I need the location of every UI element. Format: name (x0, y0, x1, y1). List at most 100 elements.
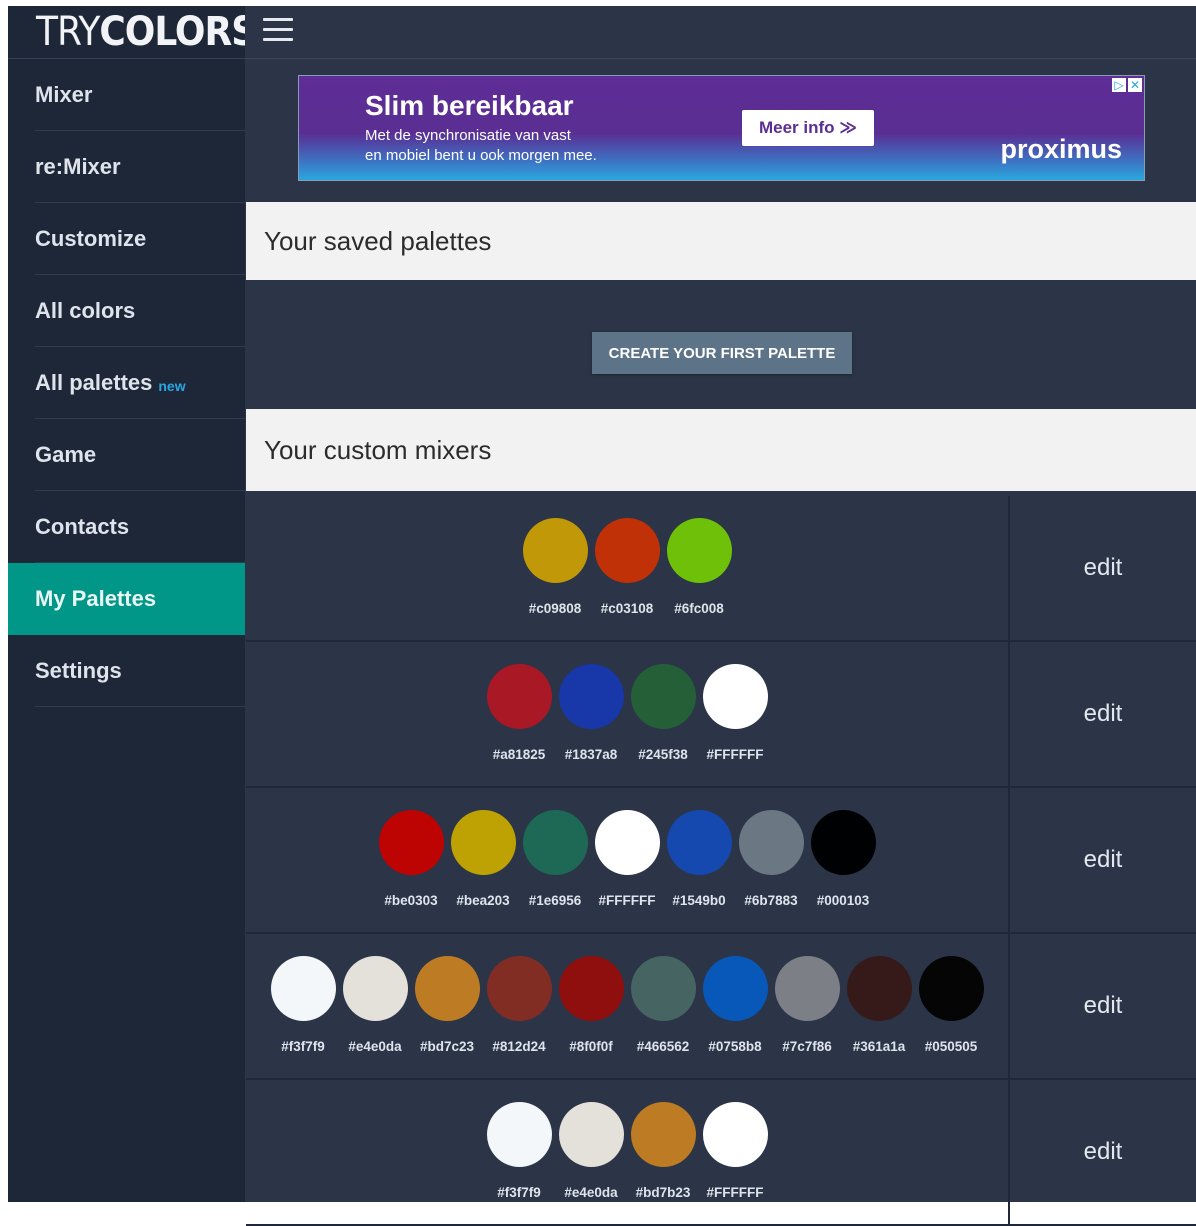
ad-banner[interactable]: ▷ ✕ Slim bereikbaar Met de synchronisatie… (299, 76, 1144, 180)
sidebar-item-settings[interactable]: Settings (8, 635, 245, 707)
color-hex-label: #1549b0 (672, 893, 726, 908)
color-swatch[interactable]: #e4e0da (558, 1102, 624, 1200)
ad-info-icon[interactable]: ▷ (1112, 78, 1126, 92)
color-swatch[interactable]: #7c7f86 (774, 956, 840, 1054)
color-circle (414, 956, 480, 1021)
color-swatch[interactable]: #a81825 (486, 664, 552, 762)
sidebar-item-game[interactable]: Game (8, 419, 245, 491)
color-circle (558, 956, 624, 1021)
color-hex-label: #6b7883 (744, 893, 798, 908)
sidebar-nav: Mixer re:Mixer Customize All colors All … (8, 59, 245, 707)
color-swatch[interactable]: #1549b0 (666, 810, 732, 908)
mixer-edit-button[interactable]: edit (1010, 1080, 1196, 1224)
ad-close-icon[interactable]: ✕ (1128, 78, 1142, 92)
color-circle (486, 1102, 552, 1167)
color-swatch[interactable]: #bd7c23 (414, 956, 480, 1054)
color-swatch[interactable]: #8f0f0f (558, 956, 624, 1054)
sidebar: TRY COLORS Mixer re:Mixer Customize All c… (8, 6, 257, 1202)
color-circle (594, 518, 660, 583)
create-first-palette-button[interactable]: CREATE YOUR FIRST PALETTE (592, 332, 852, 374)
color-swatch[interactable]: #f3f7f9 (486, 1102, 552, 1200)
mixer-swatch-area[interactable]: #a81825 #1837a8 #245f38 #FFFFFF (246, 642, 1010, 786)
color-circle (450, 810, 516, 875)
mixer-edit-button[interactable]: edit (1010, 496, 1196, 640)
color-circle (270, 956, 336, 1021)
sidebar-item-label: My Palettes (35, 586, 157, 611)
sidebar-item-remixer[interactable]: re:Mixer (8, 131, 245, 203)
color-swatch[interactable]: #050505 (918, 956, 984, 1054)
mixer-swatch-area[interactable]: #be0303 #bea203 #1e6956 #FFFFFF #1549b0 #6b78… (246, 788, 1010, 932)
sidebar-item-label: Game (35, 442, 97, 467)
sidebar-item-customize[interactable]: Customize (8, 203, 245, 275)
sidebar-item-label: Customize (35, 226, 147, 251)
color-circle (702, 1102, 768, 1167)
sidebar-item-all-colors[interactable]: All colors (8, 275, 245, 347)
color-swatch[interactable]: #c09808 (522, 518, 588, 616)
color-hex-label: #e4e0da (564, 1185, 618, 1200)
color-circle (702, 956, 768, 1021)
color-swatch[interactable]: #FFFFFF (702, 1102, 768, 1200)
color-circle (738, 810, 804, 875)
color-hex-label: #0758b8 (708, 1039, 762, 1054)
color-swatch[interactable]: #FFFFFF (594, 810, 660, 908)
color-swatch[interactable]: #466562 (630, 956, 696, 1054)
menu-icon[interactable] (263, 18, 293, 42)
mixer-row: #f3f7f9 #e4e0da #bd7b23 #FFFFFF edit (246, 1080, 1196, 1226)
color-circle (666, 518, 732, 583)
color-hex-label: #FFFFFF (706, 1185, 764, 1200)
color-circle (522, 518, 588, 583)
color-hex-label: #e4e0da (348, 1039, 402, 1054)
sidebar-item-label: All colors (35, 298, 136, 323)
sidebar-item-mixer[interactable]: Mixer (8, 59, 245, 131)
logo-part-try: TRY (36, 9, 100, 55)
logo[interactable]: TRY COLORS (8, 6, 257, 59)
color-circle (630, 664, 696, 729)
color-swatch[interactable]: #6b7883 (738, 810, 804, 908)
color-swatch[interactable]: #812d24 (486, 956, 552, 1054)
mixer-swatch-area[interactable]: #f3f7f9 #e4e0da #bd7c23 #812d24 #8f0f0f #4665… (246, 934, 1010, 1078)
color-swatch[interactable]: #000103 (810, 810, 876, 908)
color-circle (594, 810, 660, 875)
color-swatch[interactable]: #e4e0da (342, 956, 408, 1054)
color-circle (918, 956, 984, 1021)
color-hex-label: #6fc008 (674, 601, 724, 616)
mixer-swatch-area[interactable]: #f3f7f9 #e4e0da #bd7b23 #FFFFFF (246, 1080, 1010, 1224)
color-swatch[interactable]: #FFFFFF (702, 664, 768, 762)
color-hex-label: #bd7b23 (635, 1185, 691, 1200)
mixer-row: #be0303 #bea203 #1e6956 #FFFFFF #1549b0 #6b78… (246, 788, 1196, 934)
mixer-swatches: #be0303 #bea203 #1e6956 #FFFFFF #1549b0 #6b78… (246, 810, 1008, 908)
mixer-swatch-area[interactable]: #c09808 #c03108 #6fc008 (246, 496, 1010, 640)
color-swatch[interactable]: #bd7b23 (630, 1102, 696, 1200)
logo-part-colors: COLORS (99, 9, 257, 55)
color-swatch[interactable]: #bea203 (450, 810, 516, 908)
color-swatch[interactable]: #f3f7f9 (270, 956, 336, 1054)
sidebar-item-my-palettes[interactable]: My Palettes (8, 563, 245, 635)
sidebar-item-label: All palettes (35, 370, 153, 395)
color-circle (774, 956, 840, 1021)
sidebar-item-all-palettes[interactable]: All palettes new (8, 347, 245, 419)
color-hex-label: #812d24 (492, 1039, 546, 1054)
sidebar-item-contacts[interactable]: Contacts (8, 491, 245, 563)
sidebar-item-label: Mixer (35, 82, 93, 107)
mixer-swatches: #c09808 #c03108 #6fc008 (246, 518, 1008, 616)
color-swatch[interactable]: #0758b8 (702, 956, 768, 1054)
sidebar-item-label: Settings (35, 658, 122, 683)
sidebar-item-label: re:Mixer (35, 154, 121, 179)
color-circle (810, 810, 876, 875)
color-swatch[interactable]: #1e6956 (522, 810, 588, 908)
custom-mixers-header: Your custom mixers (246, 409, 1196, 491)
color-swatch[interactable]: #361a1a (846, 956, 912, 1054)
color-swatch[interactable]: #be0303 (378, 810, 444, 908)
color-swatch[interactable]: #1837a8 (558, 664, 624, 762)
color-swatch[interactable]: #245f38 (630, 664, 696, 762)
mixer-edit-button[interactable]: edit (1010, 934, 1196, 1078)
color-hex-label: #c09808 (528, 601, 582, 616)
color-swatch[interactable]: #c03108 (594, 518, 660, 616)
ad-more-info-button[interactable]: Meer info ≫ (742, 110, 874, 146)
mixer-edit-button[interactable]: edit (1010, 642, 1196, 786)
ad-subtitle: Met de synchronisatie van vast en mobiel… (365, 126, 695, 166)
color-swatch[interactable]: #6fc008 (666, 518, 732, 616)
mixer-row: #f3f7f9 #e4e0da #bd7c23 #812d24 #8f0f0f #4665… (246, 934, 1196, 1080)
mixer-edit-button[interactable]: edit (1010, 788, 1196, 932)
color-hex-label: #bea203 (456, 893, 510, 908)
